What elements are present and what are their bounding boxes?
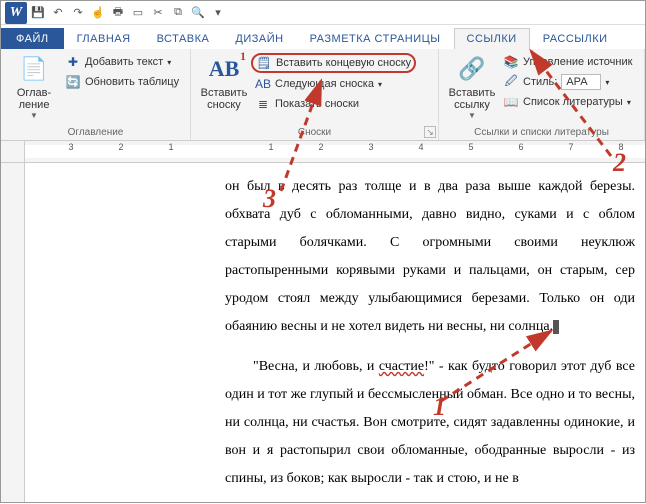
bibliography-label: Список литературы — [523, 96, 623, 108]
insert-footnote-label: Вставить сноску — [201, 87, 248, 111]
refresh-icon: 🔄 — [65, 74, 81, 90]
tab-file[interactable]: ФАЙЛ — [1, 28, 64, 49]
paragraph-2: "Весна, и любовь, и счастие!" - как будт… — [225, 353, 635, 493]
touch-mode-icon[interactable]: ☝ — [89, 4, 107, 22]
vertical-ruler[interactable] — [1, 163, 25, 502]
qat-more-icon[interactable]: ▾ — [209, 4, 227, 22]
style-icon: 🖉 — [503, 74, 519, 90]
text-cursor — [553, 320, 559, 334]
quick-access-toolbar: W 💾 ↶ ↷ ☝ 🖶 ▭ ✂ ⧉ 🔍 ▾ — [1, 1, 645, 25]
manage-sources-icon: 📚 — [503, 54, 519, 70]
manage-sources-button[interactable]: 📚 Управление источник — [499, 53, 636, 71]
citation-icon: 🔗 — [456, 53, 488, 85]
chevron-down-icon: ▾ — [167, 58, 171, 67]
insert-citation-label: Вставить ссылку — [449, 87, 496, 111]
find-icon[interactable]: 🔍 — [189, 4, 207, 22]
chevron-down-icon: ▾ — [627, 98, 631, 107]
group-toc-label: Оглавление — [7, 125, 184, 140]
undo-icon[interactable]: ↶ — [49, 4, 67, 22]
show-notes-icon: ≣ — [255, 96, 271, 112]
group-citations: 🔗 Вставить ссылку ▼ 📚 Управление источни… — [439, 49, 645, 140]
show-notes-button[interactable]: ≣ Показать сноски — [251, 95, 416, 113]
app-logo-icon: W — [5, 2, 27, 24]
tab-design[interactable]: ДИЗАЙН — [222, 28, 296, 49]
document-page[interactable]: он был в десять раз толще и в два раза в… — [25, 163, 645, 502]
bibliography-button[interactable]: 📖 Список литературы ▾ — [499, 93, 636, 111]
bibliography-icon: 📖 — [503, 94, 519, 110]
insert-endnote-label: Вставить концевую сноску — [276, 57, 411, 69]
group-toc: 📄 Оглав- ление ▼ ✚ Добавить текст ▾ 🔄 Об… — [1, 49, 191, 140]
tab-home[interactable]: ГЛАВНАЯ — [64, 28, 144, 49]
group-citations-label: Ссылки и списки литературы — [445, 125, 638, 140]
chevron-down-icon[interactable]: ▾ — [605, 78, 609, 87]
manage-sources-label: Управление источник — [523, 56, 632, 68]
print-icon[interactable]: 🖶 — [109, 4, 127, 22]
insert-footnote-button[interactable]: AB1 Вставить сноску — [197, 51, 251, 111]
horizontal-ruler[interactable]: 3 2 1 1 2 3 4 5 6 7 8 — [25, 141, 645, 163]
endnote-icon: 🗒 — [256, 55, 272, 71]
paragraph-1: он был в десять раз толще и в два раза в… — [225, 173, 635, 341]
citation-style-select[interactable]: APA — [561, 74, 601, 90]
chevron-down-icon: ▼ — [30, 111, 38, 120]
update-toc-button[interactable]: 🔄 Обновить таблицу — [61, 73, 183, 91]
tab-references[interactable]: ССЫЛКИ — [454, 28, 530, 49]
insert-citation-button[interactable]: 🔗 Вставить ссылку ▼ — [445, 51, 499, 120]
ruler-area: 3 2 1 1 2 3 4 5 6 7 8 — [1, 141, 645, 163]
spellcheck-squiggly: счастие — [379, 359, 424, 374]
footnote-badge: 1 — [240, 49, 246, 64]
insert-endnote-button[interactable]: 🗒 Вставить концевую сноску — [251, 53, 416, 73]
ruler-corner — [1, 141, 25, 163]
show-notes-label: Показать сноски — [275, 98, 359, 110]
cut-icon[interactable]: ✂ — [149, 4, 167, 22]
redo-icon[interactable]: ↷ — [69, 4, 87, 22]
new-doc-icon[interactable]: ▭ — [129, 4, 147, 22]
add-text-button[interactable]: ✚ Добавить текст ▾ — [61, 53, 183, 71]
chevron-down-icon: ▾ — [378, 80, 382, 89]
tab-insert[interactable]: ВСТАВКА — [144, 28, 223, 49]
ribbon: 📄 Оглав- ление ▼ ✚ Добавить текст ▾ 🔄 Об… — [1, 49, 645, 141]
toc-button[interactable]: 📄 Оглав- ление ▼ — [7, 51, 61, 120]
copy-icon[interactable]: ⧉ — [169, 4, 187, 22]
tab-mailings[interactable]: РАССЫЛКИ — [530, 28, 621, 49]
tab-layout[interactable]: РАЗМЕТКА СТРАНИЦЫ — [297, 28, 454, 49]
footnotes-dialog-launcher[interactable]: ↘ — [424, 126, 436, 138]
footnote-icon: AB1 — [208, 53, 240, 85]
group-footnotes-label: Сноски — [197, 125, 432, 140]
update-toc-label: Обновить таблицу — [85, 76, 179, 88]
document-area: он был в десять раз толще и в два раза в… — [1, 163, 645, 502]
style-label: Стиль: — [523, 76, 557, 88]
add-text-icon: ✚ — [65, 54, 81, 70]
next-footnote-label: Следующая сноска — [275, 78, 374, 90]
next-footnote-icon: AB — [255, 76, 271, 92]
ribbon-tabs: ФАЙЛ ГЛАВНАЯ ВСТАВКА ДИЗАЙН РАЗМЕТКА СТР… — [1, 25, 645, 49]
save-icon[interactable]: 💾 — [29, 4, 47, 22]
citation-style-row: 🖉 Стиль: APA ▾ — [499, 73, 636, 91]
add-text-label: Добавить текст — [85, 56, 163, 68]
chevron-down-icon: ▼ — [468, 111, 476, 120]
group-footnotes: AB1 Вставить сноску 🗒 Вставить концевую … — [191, 49, 439, 140]
next-footnote-button[interactable]: AB Следующая сноска ▾ — [251, 75, 416, 93]
toc-icon: 📄 — [18, 53, 50, 85]
toc-label: Оглав- ление — [17, 87, 51, 111]
